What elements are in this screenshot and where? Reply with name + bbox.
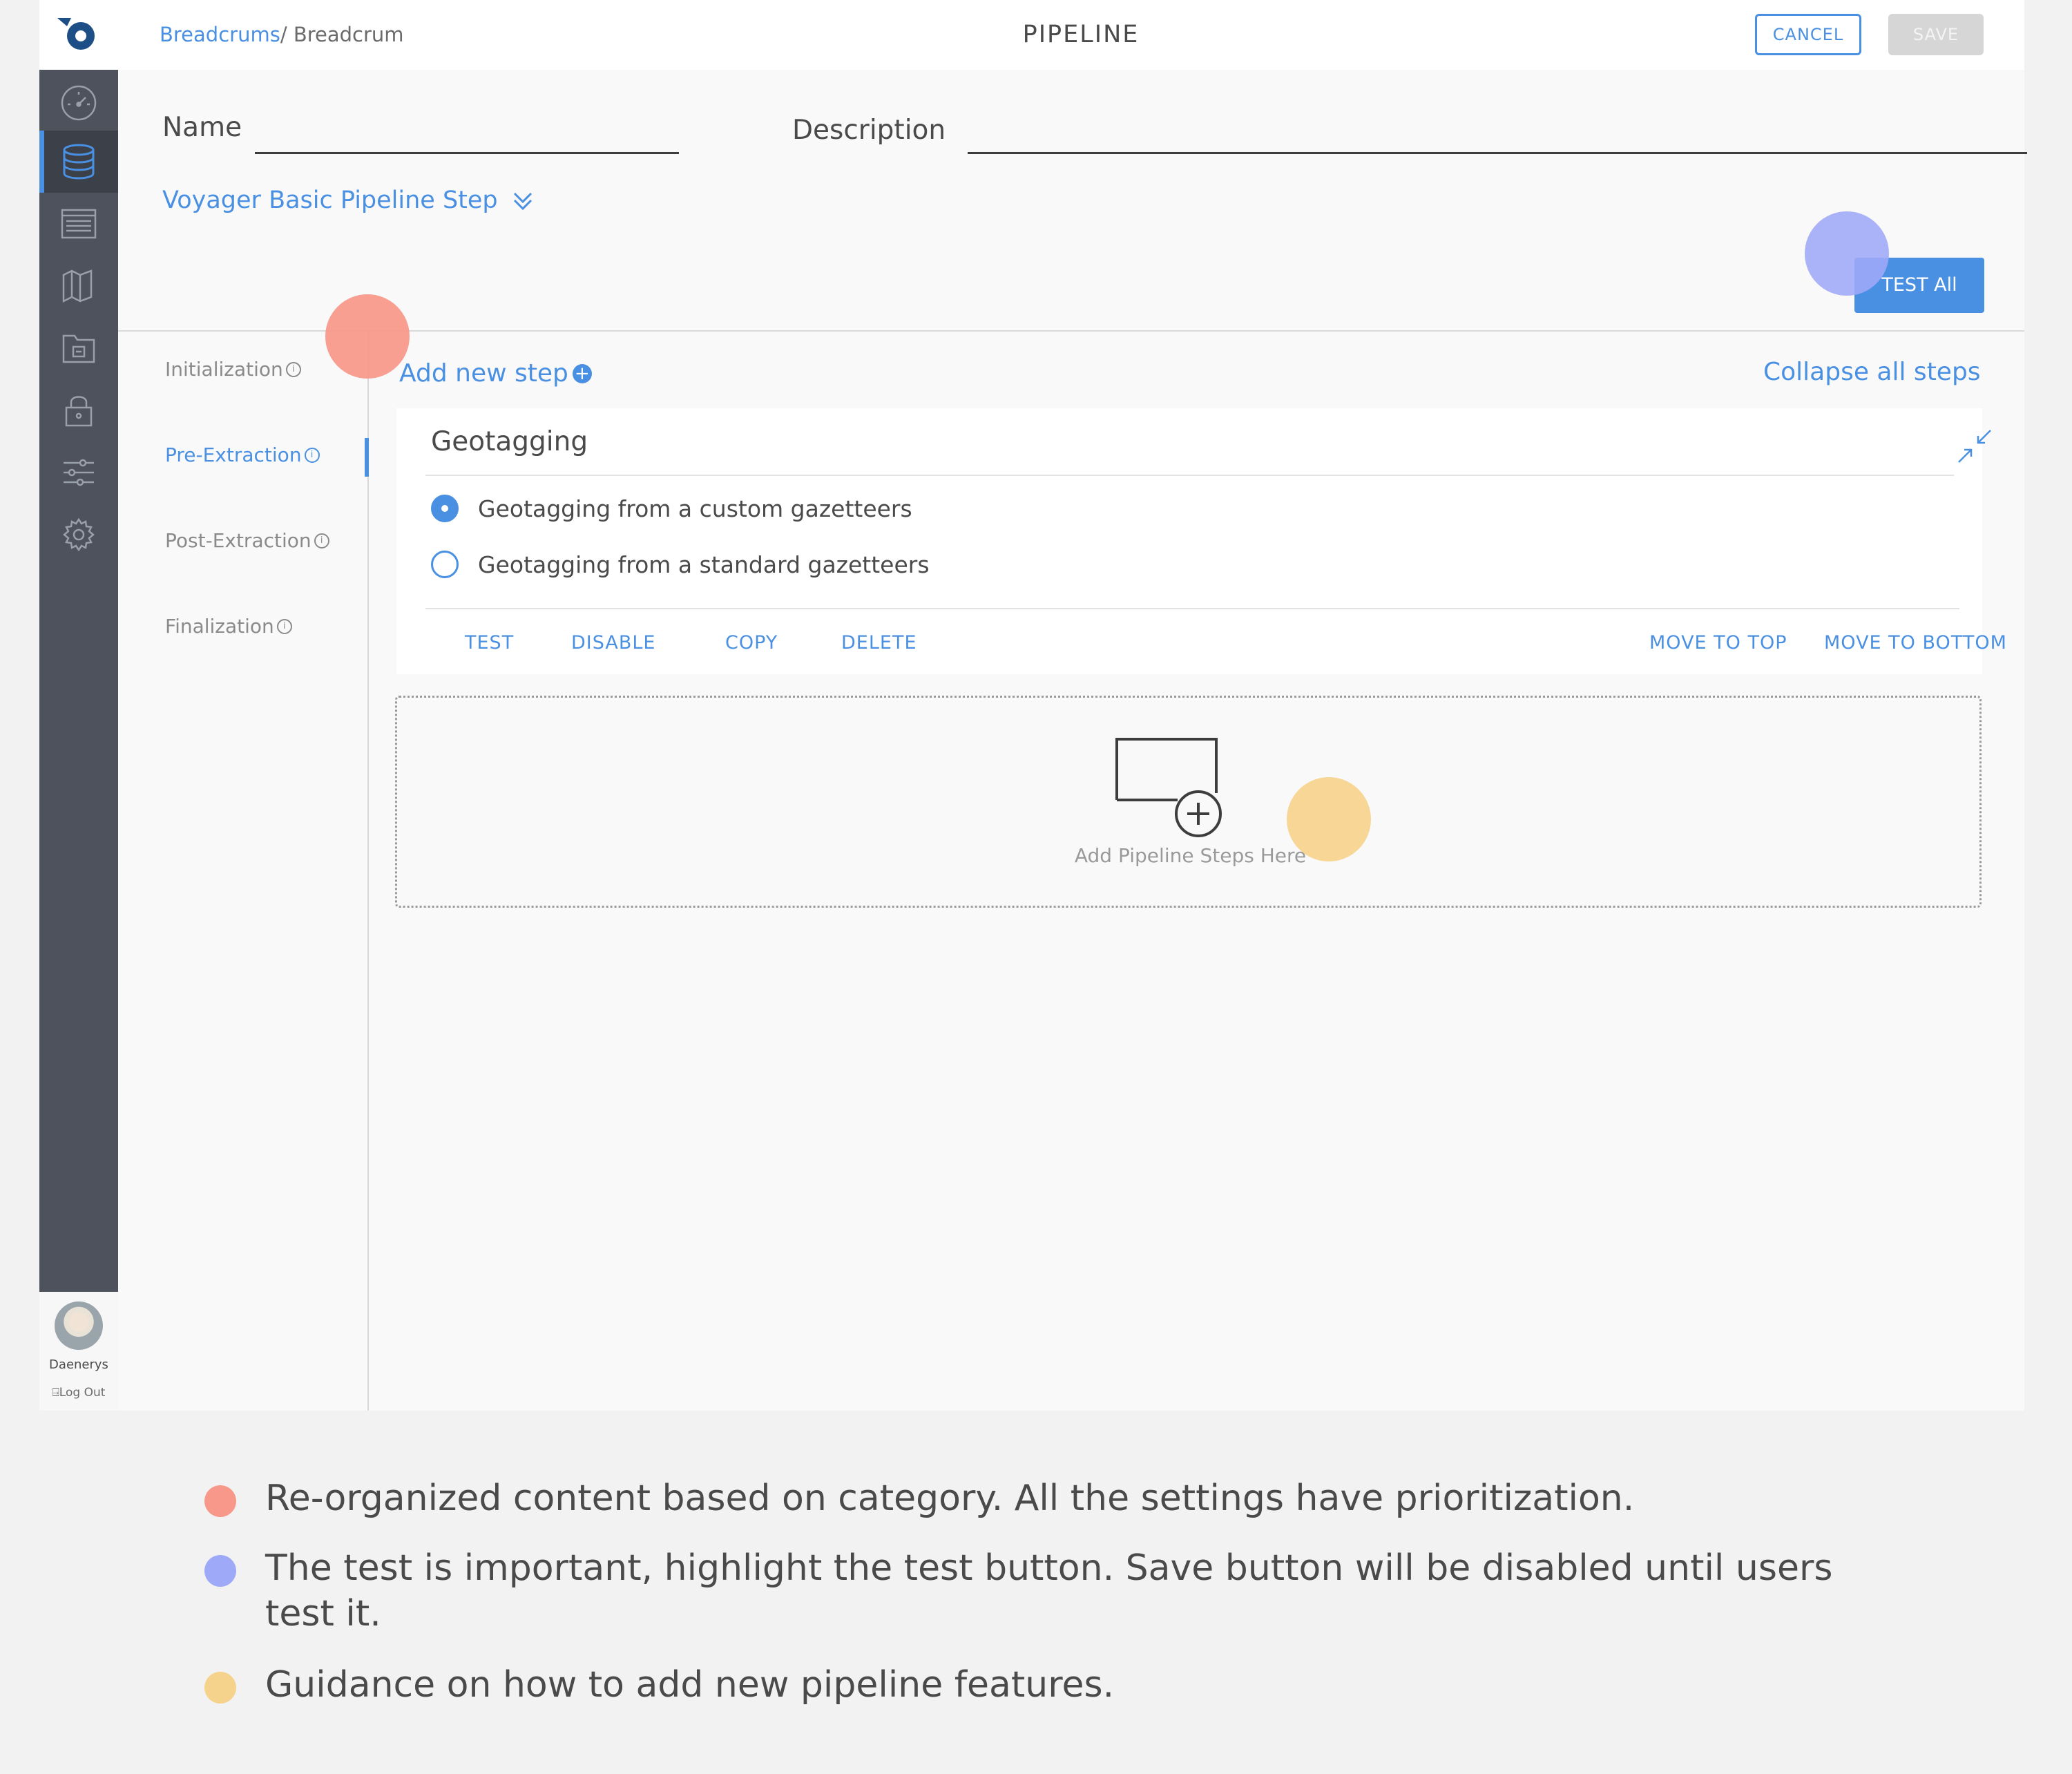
folder-icon [62,334,95,363]
app-window: Breadcrums/ Breadcrum PIPELINE CANCEL SA… [39,0,2027,1411]
sidebar-item-preferences[interactable] [39,504,118,566]
stage-pre-extraction[interactable]: Pre-Extraction i [165,444,320,466]
legend-item: Re-organized content based on category. … [204,1476,1874,1521]
cancel-button[interactable]: CANCEL [1755,14,1861,55]
info-icon: i [304,447,320,463]
radio-button[interactable] [431,495,459,522]
stage-initialization[interactable]: Initialization i [165,358,301,381]
breadcrumb-separator: / [280,23,294,46]
stage-post-extraction[interactable]: Post-Extraction i [165,529,329,552]
app-logo-icon[interactable] [57,15,100,54]
stage-finalization[interactable]: Finalization i [165,615,292,638]
annotation-dot-red [325,294,410,379]
copy-step-button[interactable]: COPY [725,632,778,654]
annotation-dot-yellow [1287,777,1371,861]
legend-dot-red [204,1485,236,1517]
legend-item: Guidance on how to add new pipeline feat… [204,1662,1874,1708]
user-name: Daenerys [49,1357,108,1372]
collapse-icon[interactable] [1956,428,1993,465]
add-step-label: Add new step [399,359,568,388]
sidebar-item-dashboard[interactable] [39,72,118,134]
gear-icon [63,517,95,552]
user-panel: Daenerys ⍈Log Out [39,1292,118,1411]
legend-text: The test is important, highlight the tes… [265,1547,1833,1634]
legend-text: Re-organized content based on category. … [265,1478,1635,1519]
sidebar-item-security[interactable] [39,379,118,441]
page-title: PIPELINE [1022,21,1140,48]
info-icon: i [285,361,301,377]
sidebar-item-settings-sliders[interactable] [39,441,118,504]
step-type-label: Voyager Basic Pipeline Step [162,187,498,214]
double-chevron-down-icon [513,192,532,211]
top-bar: Breadcrums/ Breadcrum PIPELINE CANCEL SA… [39,0,2024,70]
option-label: Geotagging from a custom gazetteers [478,495,912,522]
option-custom-gazetteers[interactable]: Geotagging from a custom gazetteers [431,495,912,522]
option-standard-gazetteers[interactable]: Geotagging from a standard gazetteers [431,551,930,578]
legend-dot-blue [204,1555,236,1587]
info-icon: i [276,618,292,634]
legend-dot-yellow [204,1672,236,1704]
database-icon [63,144,95,180]
pipeline-step-card: Geotagging Geotagging from a custom gaze… [396,408,2006,674]
logout-link[interactable]: ⍈Log Out [39,1386,118,1400]
logout-label: Log Out [59,1386,106,1400]
breadcrumb-current: Breadcrum [293,23,404,46]
add-step-button[interactable]: Add new step + [399,359,592,388]
sidebar-item-list[interactable] [39,193,118,255]
move-to-top-button[interactable]: MOVE TO TOP [1649,632,1787,654]
save-button[interactable]: SAVE [1888,14,1984,55]
description-label: Description [792,115,946,146]
plus-circle-icon: + [572,363,592,383]
lock-icon [65,396,93,427]
logout-icon: ⍈ [52,1386,59,1400]
card-divider [425,608,1959,609]
sidebar-item-folder[interactable] [39,317,118,379]
active-stage-indicator [365,438,369,477]
sliders-icon [64,459,94,486]
avatar[interactable] [55,1301,103,1350]
breadcrumb-link[interactable]: Breadcrums [160,23,280,46]
disable-step-button[interactable]: DISABLE [571,632,656,654]
name-field[interactable] [255,116,679,154]
radio-button[interactable] [431,551,459,578]
sidebar-item-map[interactable] [39,255,118,317]
sidebar-item-database[interactable] [39,131,118,193]
stage-label: Initialization [165,358,283,381]
legend-text: Guidance on how to add new pipeline feat… [265,1664,1115,1706]
step-type-select[interactable]: Voyager Basic Pipeline Step [162,187,535,214]
card-divider [425,475,1954,476]
dropzone-label: Add Pipeline Steps Here [1074,844,1307,867]
sidebar: Daenerys ⍈Log Out [39,70,118,1411]
stage-label: Finalization [165,615,274,638]
stage-label: Post-Extraction [165,529,311,552]
name-label: Name [162,112,242,143]
add-step-placeholder-icon [1115,738,1222,837]
info-icon: i [314,533,329,549]
move-to-bottom-button[interactable]: MOVE TO BOTTOM [1824,632,2007,654]
description-field[interactable] [968,116,2027,154]
collapse-all-button[interactable]: Collapse all steps [1763,358,1981,386]
breadcrumb: Breadcrums/ Breadcrum [160,21,404,48]
test-step-button[interactable]: TEST [465,632,514,654]
stage-divider [367,332,369,1411]
step-dropzone[interactable]: Add Pipeline Steps Here [395,696,1982,908]
delete-step-button[interactable]: DELETE [841,632,917,654]
stage-label: Pre-Extraction [165,444,302,466]
annotation-dot-blue [1805,211,1889,296]
list-icon [61,209,97,239]
legend-item: The test is important, highlight the tes… [204,1545,1874,1637]
option-label: Geotagging from a standard gazetteers [478,551,930,578]
step-title: Geotagging [431,426,588,457]
dashboard-gauge-icon [61,85,97,121]
map-icon [62,269,93,303]
